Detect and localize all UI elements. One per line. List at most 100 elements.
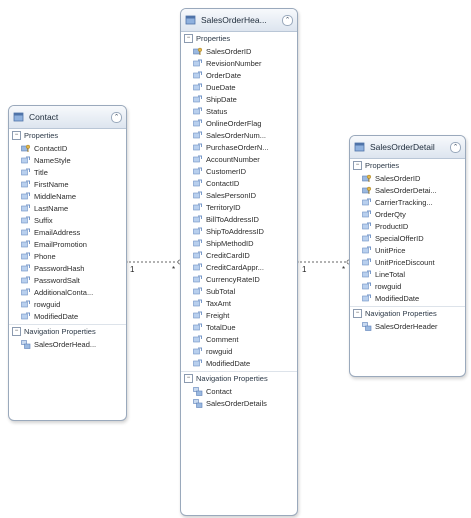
property-row[interactable]: DueDate	[181, 81, 297, 93]
property-row[interactable]: ModifiedDate	[350, 292, 465, 304]
property-row[interactable]: ContactID	[181, 177, 297, 189]
property-row[interactable]: rowguid	[9, 298, 126, 310]
collapse-icon[interactable]: ⌃	[111, 111, 122, 123]
property-row[interactable]: Title	[9, 166, 126, 178]
property-row[interactable]: ShipMethodID	[181, 237, 297, 249]
property-row[interactable]: ContactID	[9, 142, 126, 154]
section-label: Navigation Properties	[196, 374, 268, 383]
property-label: AdditionalConta...	[34, 287, 94, 297]
property-row[interactable]: Comment	[181, 333, 297, 345]
navigation-section-header[interactable]: − Navigation Properties	[350, 307, 465, 320]
property-row[interactable]: Suffix	[9, 214, 126, 226]
navigation-property-row[interactable]: SalesOrderDetails	[181, 397, 297, 409]
property-label: PurchaseOrderN...	[206, 142, 269, 152]
property-row[interactable]: Freight	[181, 309, 297, 321]
property-row[interactable]: PasswordHash	[9, 262, 126, 274]
property-row[interactable]: rowguid	[350, 280, 465, 292]
property-row[interactable]: SalesPersonID	[181, 189, 297, 201]
property-row[interactable]: UnitPrice	[350, 244, 465, 256]
property-row[interactable]: CarrierTracking...	[350, 196, 465, 208]
property-row[interactable]: UnitPriceDiscount	[350, 256, 465, 268]
collapse-toggle-icon[interactable]: −	[353, 161, 362, 170]
property-row[interactable]: ModifiedDate	[181, 357, 297, 369]
properties-section-header[interactable]: − Properties	[9, 129, 126, 142]
property-icon	[193, 71, 202, 78]
property-icon	[21, 312, 30, 319]
property-row[interactable]: BillToAddressID	[181, 213, 297, 225]
property-row[interactable]: PasswordSalt	[9, 274, 126, 286]
property-row[interactable]: ShipToAddressID	[181, 225, 297, 237]
property-row[interactable]: AccountNumber	[181, 153, 297, 165]
property-row[interactable]: CreditCardID	[181, 249, 297, 261]
properties-section-header[interactable]: − Properties	[181, 32, 297, 45]
collapse-icon[interactable]: ⌃	[282, 14, 293, 26]
property-label: UnitPrice	[375, 245, 406, 255]
collapse-toggle-icon[interactable]: −	[353, 309, 362, 318]
property-icon	[362, 270, 371, 277]
entity-contact[interactable]: Contact ⌃ − Properties ContactID NameStyl…	[8, 105, 127, 421]
property-icon	[21, 300, 30, 307]
property-row[interactable]: TaxAmt	[181, 297, 297, 309]
property-row[interactable]: Status	[181, 105, 297, 117]
property-row[interactable]: SalesOrderDetai...	[350, 184, 465, 196]
property-row[interactable]: OrderDate	[181, 69, 297, 81]
property-row[interactable]: LastName	[9, 202, 126, 214]
property-row[interactable]: RevisionNumber	[181, 57, 297, 69]
entity-header[interactable]: SalesOrderDetail ⌃	[350, 136, 465, 159]
property-row[interactable]: ShipDate	[181, 93, 297, 105]
property-label: OrderQty	[375, 209, 406, 219]
property-label: FirstName	[34, 179, 69, 189]
property-icon	[193, 347, 202, 354]
property-row[interactable]: FirstName	[9, 178, 126, 190]
property-row[interactable]: MiddleName	[9, 190, 126, 202]
property-row[interactable]: EmailAddress	[9, 226, 126, 238]
property-row[interactable]: CurrencyRateID	[181, 273, 297, 285]
property-icon	[193, 239, 202, 246]
property-row[interactable]: TotalDue	[181, 321, 297, 333]
navigation-section-header[interactable]: − Navigation Properties	[181, 372, 297, 385]
collapse-toggle-icon[interactable]: −	[184, 374, 193, 383]
property-row[interactable]: SalesOrderNum...	[181, 129, 297, 141]
property-label: SpecialOfferID	[375, 233, 424, 243]
navigation-property-row[interactable]: SalesOrderHead...	[9, 338, 126, 350]
property-row[interactable]: CustomerID	[181, 165, 297, 177]
property-row[interactable]: OnlineOrderFlag	[181, 117, 297, 129]
property-row[interactable]: SalesOrderID	[181, 45, 297, 57]
property-label: LastName	[34, 203, 69, 213]
entity-header[interactable]: Contact ⌃	[9, 106, 126, 129]
key-property-icon	[193, 47, 203, 55]
property-label: TaxAmt	[206, 298, 232, 308]
navigation-property-row[interactable]: SalesOrderHeader	[350, 320, 465, 332]
property-icon	[193, 203, 202, 210]
property-row[interactable]: EmailPromotion	[9, 238, 126, 250]
navigation-property-row[interactable]: Contact	[181, 385, 297, 397]
collapse-toggle-icon[interactable]: −	[12, 327, 21, 336]
navigation-property-label: SalesOrderHead...	[34, 339, 97, 349]
collapse-toggle-icon[interactable]: −	[12, 131, 21, 140]
property-row[interactable]: ProductID	[350, 220, 465, 232]
property-row[interactable]: rowguid	[181, 345, 297, 357]
property-row[interactable]: LineTotal	[350, 268, 465, 280]
property-row[interactable]: ModifiedDate	[9, 310, 126, 322]
property-label: LineTotal	[375, 269, 406, 279]
navigation-section-header[interactable]: − Navigation Properties	[9, 325, 126, 338]
entity-header[interactable]: SalesOrderHea... ⌃	[181, 9, 297, 32]
collapse-toggle-icon[interactable]: −	[184, 34, 193, 43]
property-row[interactable]: SpecialOfferID	[350, 232, 465, 244]
properties-section-header[interactable]: − Properties	[350, 159, 465, 172]
property-row[interactable]: PurchaseOrderN...	[181, 141, 297, 153]
property-row[interactable]: SubTotal	[181, 285, 297, 297]
property-label: rowguid	[206, 346, 233, 356]
entity-sales-order-header[interactable]: SalesOrderHea... ⌃ − Properties SalesOrd…	[180, 8, 298, 516]
property-row[interactable]: AdditionalConta...	[9, 286, 126, 298]
property-row[interactable]: NameStyle	[9, 154, 126, 166]
property-row[interactable]: CreditCardAppr...	[181, 261, 297, 273]
property-row[interactable]: TerritoryID	[181, 201, 297, 213]
property-row[interactable]: OrderQty	[350, 208, 465, 220]
section-label: Properties	[24, 131, 59, 140]
collapse-icon[interactable]: ⌃	[450, 141, 461, 153]
entity-title: SalesOrderHea...	[201, 15, 267, 25]
entity-sales-order-detail[interactable]: SalesOrderDetail ⌃ − Properties SalesOrd…	[349, 135, 466, 377]
property-row[interactable]: Phone	[9, 250, 126, 262]
property-row[interactable]: SalesOrderID	[350, 172, 465, 184]
